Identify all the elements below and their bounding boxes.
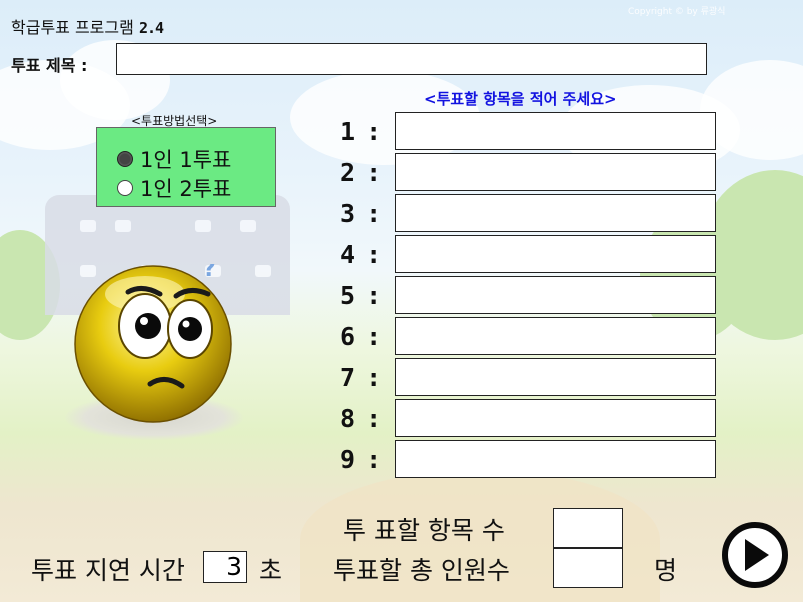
vote-title-label: 투표 제목 :: [11, 56, 88, 75]
delay-input[interactable]: 3: [203, 551, 247, 583]
app-title: 학급투표 프로그램 2.4: [11, 14, 164, 38]
radio-selected-icon[interactable]: [117, 151, 133, 167]
item-number-1: 1 :: [340, 117, 381, 146]
delay-unit: 초: [259, 556, 283, 585]
method-option-label: 1인 1투표: [140, 148, 232, 172]
item-input-9[interactable]: [395, 440, 716, 478]
item-number-6: 6 :: [340, 322, 381, 351]
vote-method-group: 1인 1투표 1인 2투표: [96, 127, 276, 207]
item-input-4[interactable]: [395, 235, 716, 273]
item-input-7[interactable]: [395, 358, 716, 396]
item-input-3[interactable]: [395, 194, 716, 232]
item-count-input[interactable]: [553, 508, 623, 548]
item-input-8[interactable]: [395, 399, 716, 437]
copyright-watermark: Copyright © by 류광식: [628, 7, 726, 17]
delay-label: 투표 지연 시간: [31, 556, 185, 585]
item-number-8: 8 :: [340, 404, 381, 433]
method-option-one-vote[interactable]: 1인 1투표: [117, 144, 231, 174]
item-number-3: 3 :: [340, 199, 381, 228]
items-hint: <투표할 항목을 적어 주세요>: [424, 90, 617, 108]
app-title-text: 학급투표 프로그램: [11, 18, 134, 37]
item-number-2: 2 :: [340, 158, 381, 187]
start-vote-button[interactable]: [722, 522, 788, 588]
radio-unselected-icon[interactable]: [117, 180, 133, 196]
svg-text:?: ?: [203, 264, 216, 282]
item-input-5[interactable]: [395, 276, 716, 314]
item-input-6[interactable]: [395, 317, 716, 355]
app-version: 2.4: [138, 19, 164, 37]
voter-count-label: 투표할 총 인원수: [333, 556, 510, 585]
item-number-4: 4 :: [340, 240, 381, 269]
vote-title-input[interactable]: [116, 43, 707, 75]
item-number-9: 9 :: [340, 445, 381, 474]
item-count-label: 투 표할 항목 수: [343, 516, 505, 545]
confused-smiley-icon: ?: [74, 264, 232, 423]
item-number-7: 7 :: [340, 363, 381, 392]
item-input-1[interactable]: [395, 112, 716, 150]
voter-unit: 명: [654, 556, 678, 585]
voter-count-input[interactable]: [553, 548, 623, 588]
method-option-label: 1인 2투표: [140, 177, 232, 201]
item-input-2[interactable]: [395, 153, 716, 191]
item-number-5: 5 :: [340, 281, 381, 310]
method-option-two-votes[interactable]: 1인 2투표: [117, 173, 231, 203]
play-icon: [745, 539, 769, 571]
